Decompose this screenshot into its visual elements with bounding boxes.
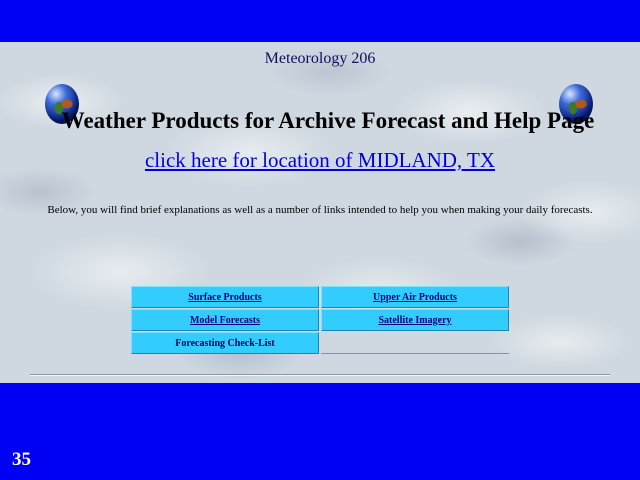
table-cell: Upper Air Products — [321, 286, 509, 308]
empty-cell — [321, 332, 509, 354]
links-table: Surface Products Upper Air Products Mode… — [131, 286, 509, 354]
table-cell: Surface Products — [131, 286, 319, 308]
upper-air-products-link[interactable]: Upper Air Products — [373, 292, 457, 303]
web-page: Meteorology 206 Weather Products for Arc… — [0, 42, 640, 383]
table-cell: Satellite Imagery — [321, 309, 509, 331]
course-title: Meteorology 206 — [264, 50, 376, 67]
table-cell: Model Forecasts — [131, 309, 319, 331]
surface-products-link[interactable]: Surface Products — [188, 292, 261, 303]
slide-number: 35 — [12, 449, 31, 470]
intro-text: Below, you will find brief explanations … — [47, 204, 593, 216]
forecasting-checklist-label[interactable]: Forecasting Check-List — [175, 338, 275, 349]
location-link[interactable]: click here for location of MIDLAND, TX — [0, 148, 640, 173]
model-forecasts-link[interactable]: Model Forecasts — [190, 315, 260, 326]
horizontal-rule — [30, 374, 610, 376]
satellite-imagery-link[interactable]: Satellite Imagery — [378, 315, 451, 326]
page-title: Weather Products for Archive Forecast an… — [61, 108, 595, 133]
table-cell: Forecasting Check-List — [131, 332, 319, 354]
